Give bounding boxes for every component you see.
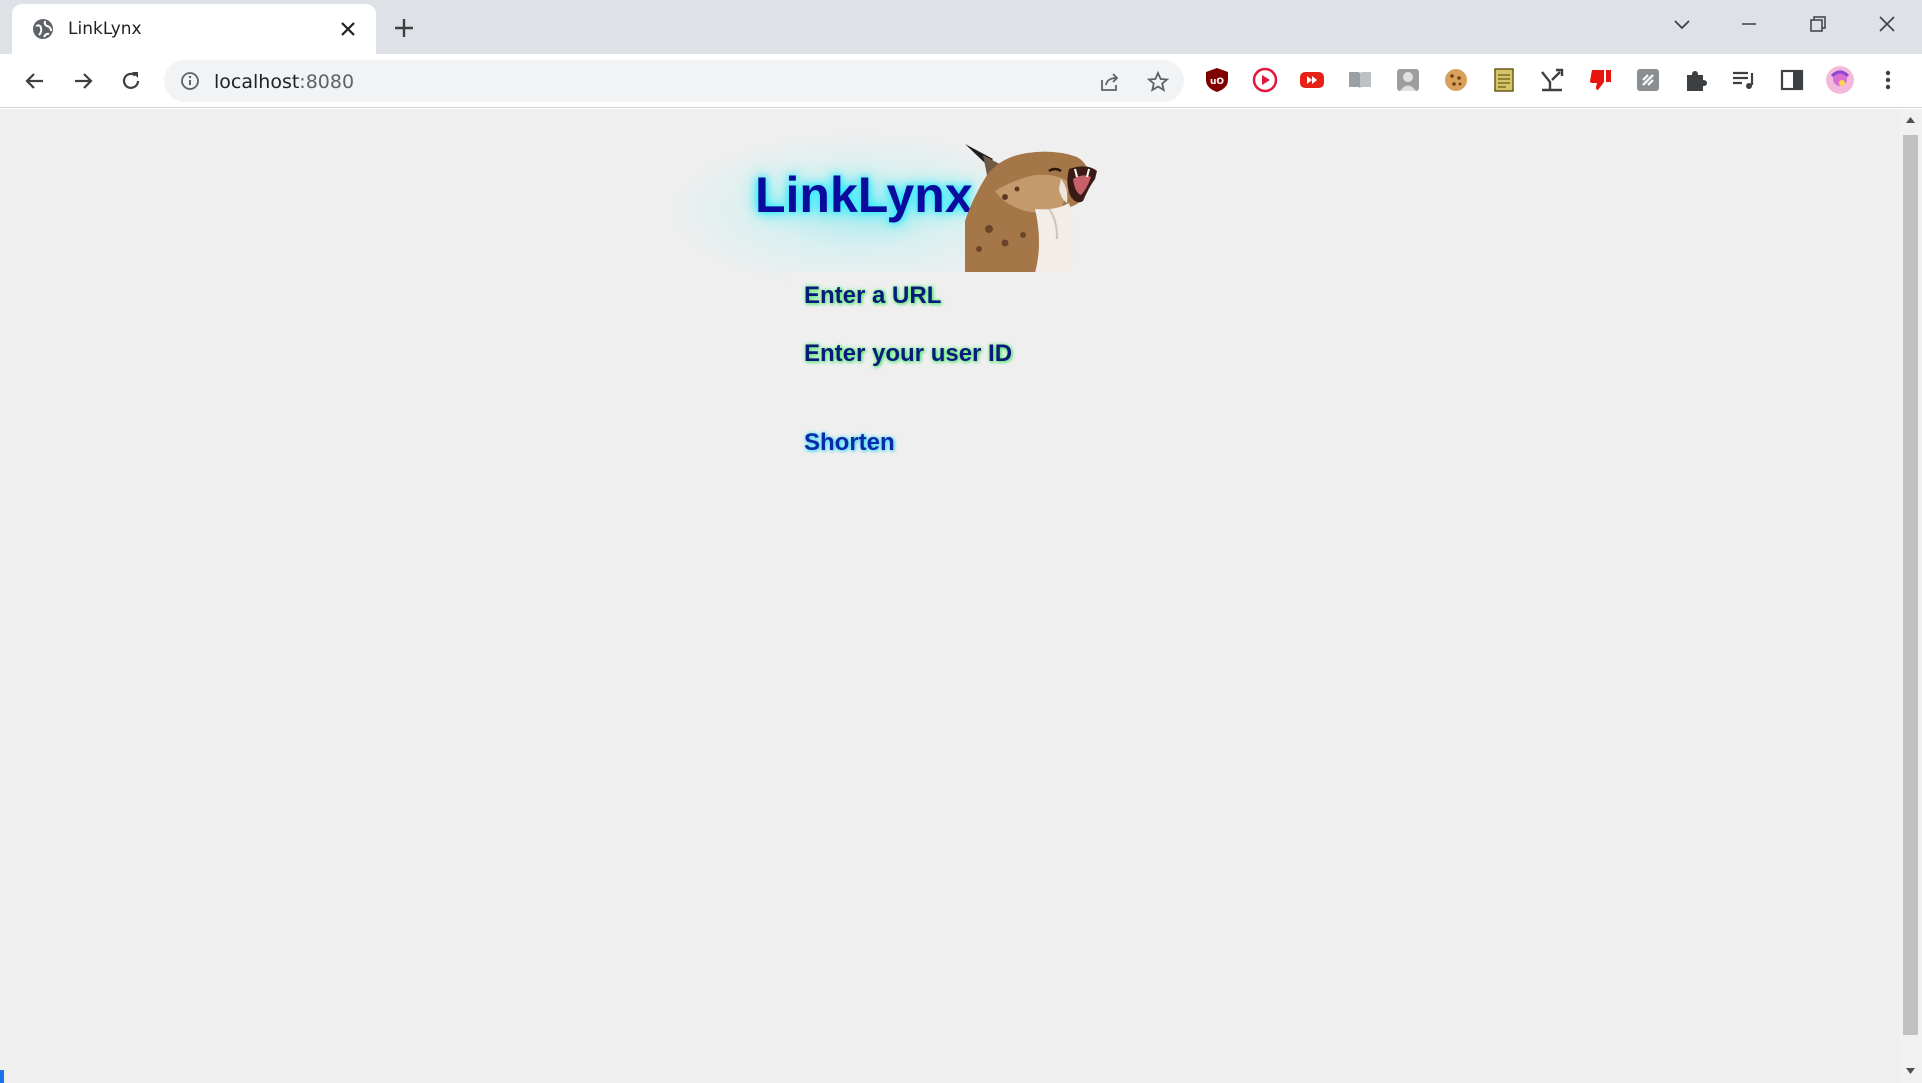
book-icon[interactable] xyxy=(1346,66,1374,94)
window-close-icon[interactable] xyxy=(1875,12,1899,36)
url-label: Enter a URL xyxy=(804,282,942,309)
star-icon[interactable] xyxy=(1146,70,1170,94)
ublock-icon[interactable]: uO xyxy=(1203,66,1231,94)
globe-icon xyxy=(33,19,53,39)
scroll-thumb[interactable] xyxy=(1903,135,1918,1035)
shorten-form: Enter a URL Enter your user ID Shorten xyxy=(790,272,1090,522)
media-queue-icon[interactable] xyxy=(1730,66,1758,94)
scroll-up-icon[interactable] xyxy=(1905,115,1916,125)
info-icon[interactable] xyxy=(180,71,200,91)
chevron-down-icon[interactable] xyxy=(1670,12,1694,36)
page-viewport: LinkLynx Enter a URL Enter your user ID … xyxy=(0,109,1899,1083)
reload-icon[interactable] xyxy=(118,68,144,94)
url-port: :8080 xyxy=(299,71,355,93)
merge-icon[interactable] xyxy=(1538,66,1566,94)
share-icon[interactable] xyxy=(1098,70,1122,94)
cookie-icon[interactable] xyxy=(1442,66,1470,94)
side-panel-icon[interactable] xyxy=(1778,66,1806,94)
userid-label: Enter your user ID xyxy=(804,340,1013,367)
restore-icon[interactable] xyxy=(1806,12,1830,36)
slash-icon[interactable] xyxy=(1634,66,1662,94)
thumbs-down-icon[interactable] xyxy=(1586,66,1614,94)
address-url: localhost:8080 xyxy=(214,71,354,93)
minimize-icon[interactable] xyxy=(1737,12,1761,36)
shorten-button[interactable]: Shorten xyxy=(804,429,895,457)
taskbar-edge xyxy=(0,1070,4,1083)
plus-icon[interactable] xyxy=(392,16,416,40)
tab-title: LinkLynx xyxy=(68,19,142,39)
svg-text:uO: uO xyxy=(1210,77,1224,87)
page-scrollbar[interactable] xyxy=(1899,109,1922,1083)
lynx-image xyxy=(965,144,1097,273)
arrow-left-icon[interactable] xyxy=(22,68,48,94)
play-circle-icon[interactable] xyxy=(1251,66,1279,94)
address-bar[interactable]: localhost:8080 xyxy=(164,60,1184,102)
browser-toolbar: localhost:8080 uO xyxy=(0,54,1922,108)
scroll-down-icon[interactable] xyxy=(1905,1066,1916,1076)
close-icon[interactable] xyxy=(338,19,358,39)
portrait-icon[interactable] xyxy=(1394,66,1422,94)
notepad-icon[interactable] xyxy=(1490,66,1518,94)
browser-tab[interactable]: LinkLynx xyxy=(12,4,376,54)
page-title: LinkLynx xyxy=(755,167,973,223)
profile-avatar-icon[interactable] xyxy=(1826,66,1854,94)
arrow-right-icon[interactable] xyxy=(70,68,96,94)
puzzle-icon[interactable] xyxy=(1682,66,1710,94)
tab-strip: LinkLynx xyxy=(0,0,1922,54)
youtube-icon[interactable] xyxy=(1298,66,1326,94)
kebab-menu-icon[interactable] xyxy=(1874,66,1902,94)
url-host: localhost xyxy=(214,71,300,93)
